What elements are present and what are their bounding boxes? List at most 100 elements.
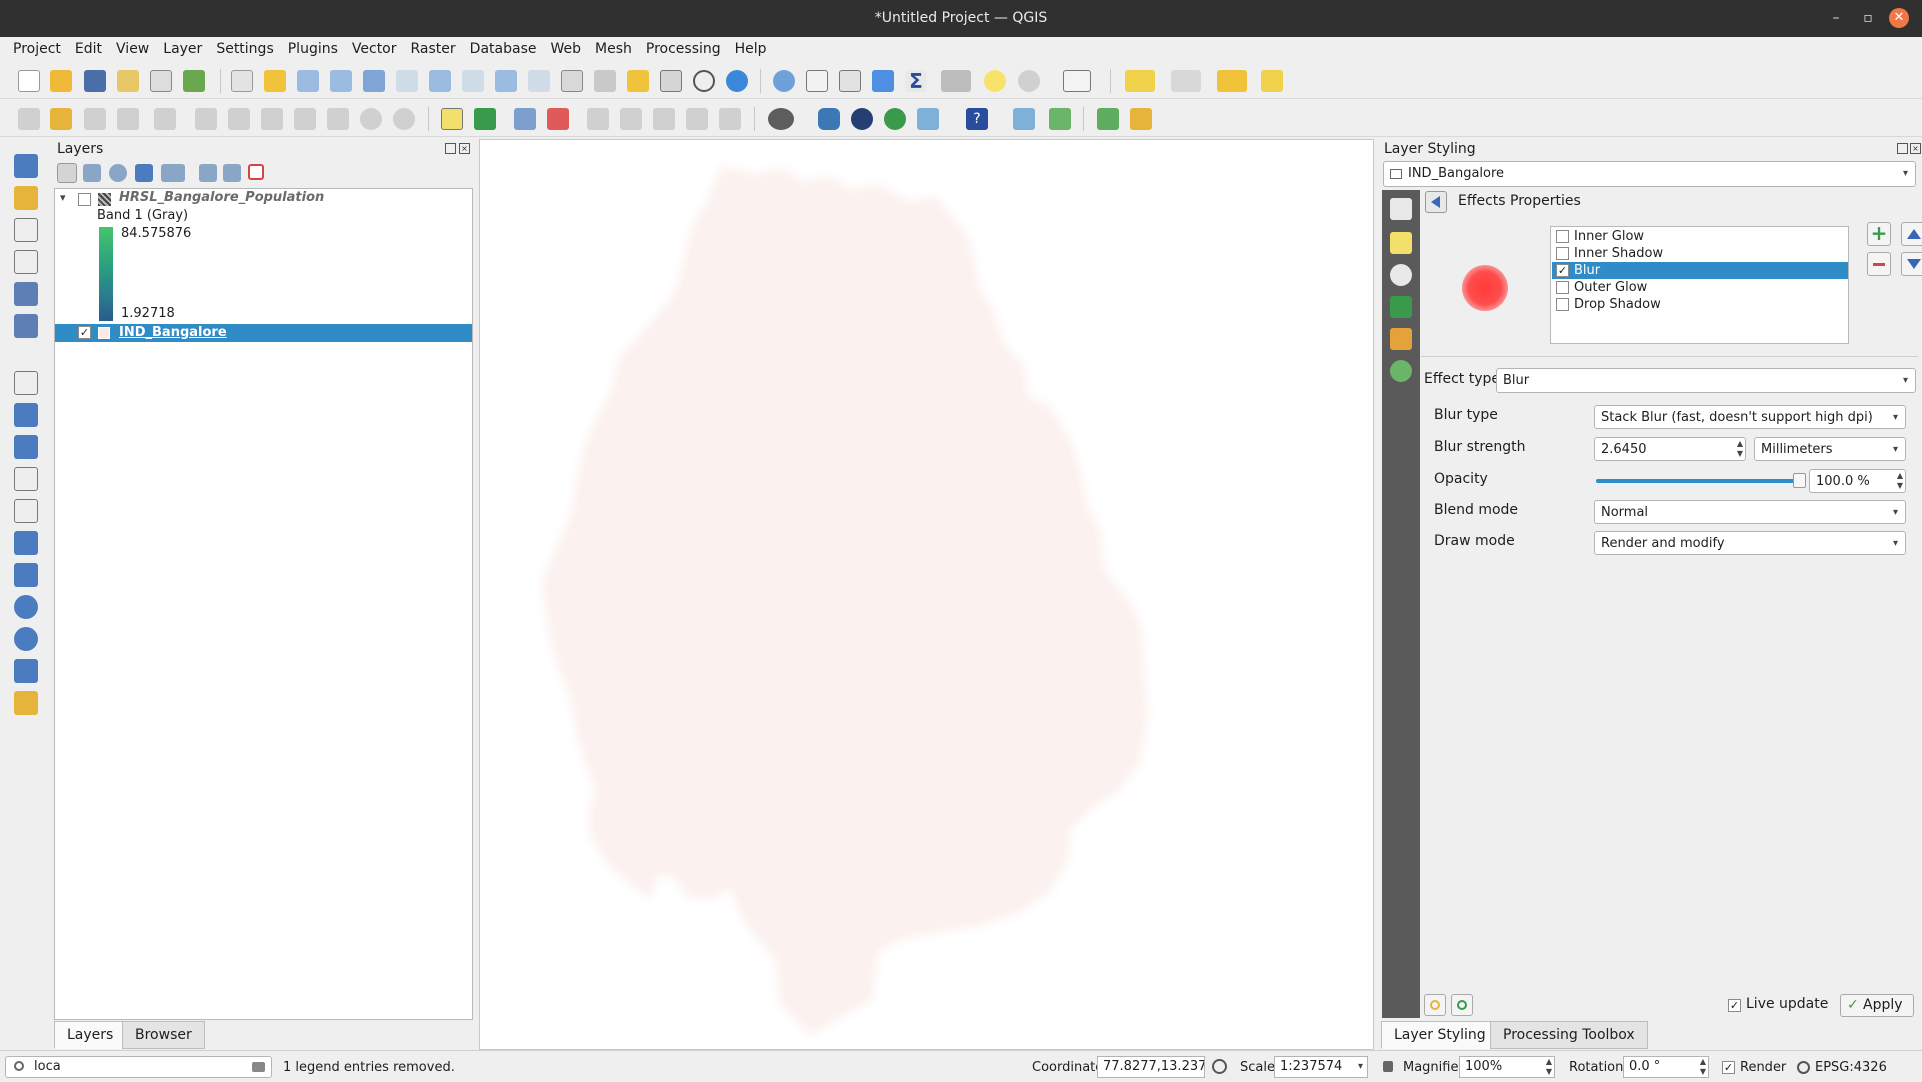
blend-mode-combo[interactable]: Normal ▾ (1594, 500, 1906, 524)
blur-type-combo[interactable]: Stack Blur (fast, doesn't support high d… (1594, 405, 1906, 429)
add-wms-layer-icon[interactable] (14, 595, 38, 619)
effect-checkbox[interactable] (1556, 298, 1569, 311)
change-label-icon[interactable] (719, 108, 741, 130)
add-postgis-layer-icon[interactable] (14, 563, 38, 587)
add-vector-layer-icon[interactable] (14, 371, 38, 395)
delete-selected-icon[interactable] (228, 108, 250, 130)
quickmapservices-icon[interactable] (768, 108, 794, 130)
move-effect-up-button[interactable] (1901, 222, 1922, 246)
select-features-icon[interactable] (1125, 70, 1155, 92)
new-bookmark-icon[interactable] (627, 70, 649, 92)
plugin-tool-b-icon[interactable] (1049, 108, 1071, 130)
map-tips-icon[interactable] (984, 70, 1006, 92)
menu-settings[interactable]: Settings (209, 37, 280, 61)
plugin-tool-a-icon[interactable] (1013, 108, 1035, 130)
open-project-icon[interactable] (50, 70, 72, 92)
masks-tab-icon[interactable] (1390, 264, 1412, 286)
remove-layer-icon[interactable] (248, 164, 264, 180)
history-tab-icon[interactable] (1390, 360, 1412, 382)
new-geopackage-icon[interactable] (14, 186, 38, 210)
spinner-arrows-icon[interactable]: ▲ ▼ (1700, 1057, 1706, 1077)
menu-help[interactable]: Help (728, 37, 774, 61)
expand-arrow-icon[interactable]: ▾ (60, 191, 66, 204)
select-location-icon[interactable] (1261, 70, 1283, 92)
show-bookmarks-icon[interactable] (660, 70, 682, 92)
coordinate-field[interactable]: 77.8277,13.2370 (1097, 1056, 1205, 1078)
current-edits-icon[interactable] (18, 108, 40, 130)
menu-layer[interactable]: Layer (156, 37, 209, 61)
add-raster-layer-icon[interactable] (14, 403, 38, 427)
new-3d-view-icon[interactable] (594, 70, 616, 92)
effect-item-outer-glow[interactable]: Outer Glow (1552, 279, 1848, 296)
new-print-layout-icon[interactable] (117, 70, 139, 92)
attribute-table-icon[interactable] (806, 70, 828, 92)
style-manager-icon[interactable] (57, 163, 77, 183)
zoom-out-icon[interactable] (330, 70, 352, 92)
draw-mode-combo[interactable]: Render and modify ▾ (1594, 531, 1906, 555)
spinner-arrows-icon[interactable]: ▲ ▼ (1737, 439, 1743, 459)
add-group-icon[interactable] (83, 164, 101, 182)
labels-tab-icon[interactable] (1390, 232, 1412, 254)
symbology-tab-icon[interactable] (1390, 198, 1412, 220)
selected-layer-row[interactable] (55, 324, 472, 342)
pin-labels-icon[interactable] (587, 108, 609, 130)
add-geopackage-layer-icon[interactable] (14, 499, 38, 523)
redo-style-button[interactable] (1451, 994, 1473, 1016)
effect-checkbox[interactable] (1556, 281, 1569, 294)
layout-manager-icon[interactable] (150, 70, 172, 92)
menu-edit[interactable]: Edit (68, 37, 109, 61)
rotate-label-icon[interactable] (686, 108, 708, 130)
vector-layer-checkbox[interactable]: ✓ (78, 326, 91, 339)
vector-layer-name[interactable]: IND_Bangalore (119, 325, 227, 340)
effect-item-blur[interactable]: ✓ Blur (1552, 262, 1848, 279)
menu-mesh[interactable]: Mesh (588, 37, 639, 61)
menu-view[interactable]: View (109, 37, 156, 61)
close-styling-panel-icon[interactable]: × (1910, 143, 1921, 154)
tab-layer-styling[interactable]: Layer Styling (1381, 1021, 1499, 1049)
filter-expression-icon[interactable] (161, 164, 185, 182)
manage-themes-icon[interactable] (109, 164, 127, 182)
effect-item-drop-shadow[interactable]: Drop Shadow (1552, 296, 1848, 313)
move-effect-down-button[interactable] (1901, 252, 1922, 276)
blur-unit-combo[interactable]: Millimeters ▾ (1754, 437, 1906, 461)
raster-layer-checkbox[interactable] (78, 193, 91, 206)
new-spatialite-icon[interactable] (14, 250, 38, 274)
plugin-tool-c-icon[interactable] (1097, 108, 1119, 130)
deselect-icon[interactable] (1217, 70, 1247, 92)
tab-processing-toolbox[interactable]: Processing Toolbox (1490, 1021, 1648, 1049)
data-source-manager-icon[interactable] (14, 154, 38, 178)
apply-button[interactable]: ✓ Apply (1840, 994, 1914, 1017)
opacity-slider-track[interactable] (1596, 479, 1804, 483)
copy-features-icon[interactable] (294, 108, 316, 130)
opacity-slider-handle[interactable] (1793, 473, 1806, 488)
text-annotation-icon[interactable] (1063, 70, 1091, 92)
rotation-field[interactable]: 0.0 ° ▲ ▼ (1623, 1056, 1709, 1078)
layer-diagram-icon[interactable] (474, 108, 496, 130)
new-virtual-layer-icon[interactable] (14, 314, 38, 338)
new-shapefile-icon[interactable] (14, 218, 38, 242)
menu-raster[interactable]: Raster (404, 37, 463, 61)
opacity-spinbox[interactable]: 100.0 % ▲ ▼ (1809, 469, 1906, 493)
close-panel-icon[interactable]: × (459, 143, 470, 154)
zoom-full-icon[interactable] (363, 70, 385, 92)
highlight-pinned-labels-icon[interactable] (514, 108, 536, 130)
blur-strength-spinbox[interactable]: 2.6450 ▲ ▼ (1594, 437, 1746, 461)
zoom-last-icon[interactable] (495, 70, 517, 92)
spinner-arrows-icon[interactable]: ▲ ▼ (1897, 471, 1903, 491)
effect-type-combo[interactable]: Blur ▾ (1496, 368, 1916, 393)
redo-icon[interactable] (393, 108, 415, 130)
python-console-icon[interactable] (818, 108, 840, 130)
show-hide-labels-icon[interactable] (620, 108, 642, 130)
menu-web[interactable]: Web (543, 37, 588, 61)
add-virtual-layer-icon[interactable] (14, 691, 38, 715)
raster-layer-name[interactable]: HRSL_Bangalore_Population (119, 190, 324, 205)
metasearch-icon[interactable] (851, 108, 873, 130)
remove-effect-button[interactable] (1867, 252, 1891, 276)
menu-processing[interactable]: Processing (639, 37, 728, 61)
save-project-icon[interactable] (84, 70, 106, 92)
float-styling-panel-icon[interactable] (1897, 143, 1908, 154)
coordinate-toggle-icon[interactable] (1212, 1059, 1227, 1074)
menu-database[interactable]: Database (463, 37, 544, 61)
3d-view-tab-icon[interactable] (1390, 296, 1412, 318)
lock-icon[interactable] (1383, 1061, 1393, 1072)
